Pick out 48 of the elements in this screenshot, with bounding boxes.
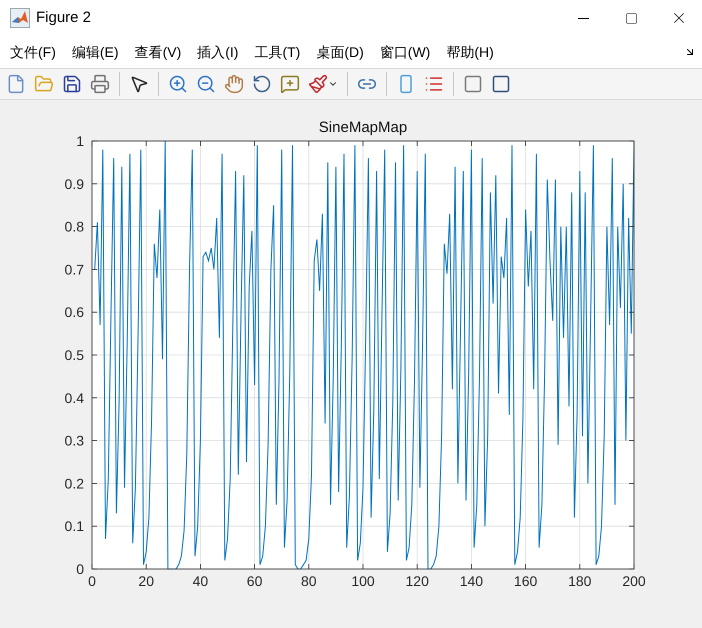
chart-title: SineMapMap [318, 119, 408, 136]
x-tick-label: 120 [406, 573, 429, 589]
matlab-logo-icon [10, 8, 30, 28]
menu-item[interactable]: 文件(F) [2, 42, 64, 62]
x-tick-label: 60 [246, 573, 262, 589]
y-tick-label: 0.7 [64, 261, 84, 278]
x-tick-label: 140 [460, 573, 484, 589]
menu-item[interactable]: 桌面(D) [308, 42, 372, 62]
rotate-icon [252, 74, 272, 94]
y-tick-label: 0.1 [64, 518, 84, 534]
x-tick-label: 80 [301, 573, 317, 589]
x-tick-label: 200 [622, 573, 646, 589]
y-tick-label: 0.8 [64, 218, 84, 235]
brush-icon [308, 74, 328, 94]
x-tick-label: 100 [351, 573, 375, 589]
y-tick-label: 0.2 [64, 475, 84, 492]
save-icon [62, 74, 82, 94]
hand-icon [224, 74, 244, 94]
x-tick-label: 0 [88, 573, 96, 589]
menu-item[interactable]: 编辑(E) [64, 42, 127, 62]
new-file-icon [6, 74, 26, 94]
y-tick-label: 0.5 [64, 347, 84, 363]
x-tick-label: 180 [568, 573, 592, 589]
show-plot-icon [491, 74, 511, 94]
y-tick-label: 0.3 [64, 432, 84, 449]
y-tick-label: 0.9 [64, 176, 84, 192]
data-tip-icon [280, 74, 300, 94]
y-tick-label: 1 [76, 133, 84, 149]
y-tick-label: 0.4 [64, 390, 84, 406]
hide-plot-icon [463, 74, 483, 94]
zoom-out-icon [196, 74, 216, 94]
x-tick-label: 20 [138, 573, 154, 589]
y-tick-label: 0.6 [64, 304, 84, 320]
dock-icon[interactable] [684, 46, 696, 58]
menu-item[interactable]: 查看(V) [126, 42, 190, 62]
x-tick-label: 160 [514, 573, 538, 589]
y-tick-label: 0 [76, 561, 84, 577]
window-title: Figure 2 [36, 8, 92, 28]
zoom-in-icon [168, 74, 188, 94]
maximize-icon [624, 12, 638, 24]
menu-item[interactable]: 帮助(H) [438, 42, 502, 62]
menu-item[interactable]: 窗口(W) [372, 42, 438, 62]
pointer-icon [129, 74, 149, 94]
printer-icon [90, 74, 110, 94]
folder-icon [34, 74, 54, 94]
menu-item[interactable]: 插入(I) [189, 42, 246, 62]
x-tick-label: 40 [192, 573, 208, 589]
menu-item[interactable]: 工具(T) [246, 42, 308, 62]
